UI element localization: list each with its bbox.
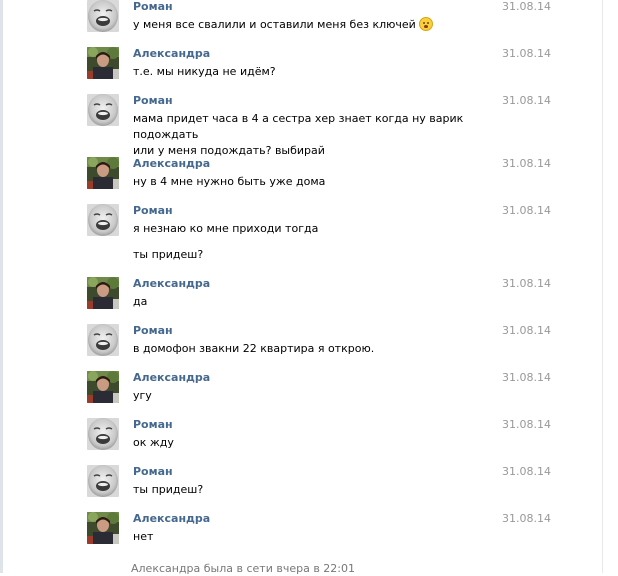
message-thread: Роман 31.08.14 у меня все свалили и оста…	[0, 0, 600, 573]
message-text: ты придеш?	[133, 248, 204, 261]
message-text: ты придеш?	[133, 483, 204, 496]
message-date[interactable]: 31.08.14	[502, 157, 551, 170]
message-date[interactable]: 31.08.14	[502, 418, 551, 431]
message-author[interactable]: Александра	[133, 512, 210, 525]
message-text: ну в 4 мне нужно быть уже дома	[133, 175, 326, 188]
message-author[interactable]: Александра	[133, 371, 210, 384]
message-text: в домофон звакни 22 квартира я открою.	[133, 342, 375, 355]
message-date[interactable]: 31.08.14	[502, 277, 551, 290]
avatar-alexandra[interactable]	[87, 371, 119, 403]
message-text: у меня все свалили и оставили меня без к…	[133, 17, 488, 33]
avatar-roman[interactable]	[87, 418, 119, 450]
message-text: ок жду	[133, 436, 174, 449]
message-author[interactable]: Роман	[133, 418, 173, 431]
message-author[interactable]: Александра	[133, 277, 210, 290]
message-date[interactable]: 31.08.14	[502, 512, 551, 525]
message-text: мама придет часа в 4 а сестра хер знает …	[133, 112, 464, 157]
message-date[interactable]: 31.08.14	[502, 94, 551, 107]
message-author[interactable]: Роман	[133, 324, 173, 337]
message-text: нет	[133, 530, 154, 543]
avatar-alexandra[interactable]	[87, 157, 119, 189]
message-date[interactable]: 31.08.14	[502, 47, 551, 60]
avatar-roman[interactable]	[87, 204, 119, 236]
message-author[interactable]: Александра	[133, 47, 210, 60]
online-status: Александра была в сети вчера в 22:01	[131, 562, 356, 575]
avatar-alexandra[interactable]	[87, 512, 119, 544]
avatar-roman[interactable]	[87, 465, 119, 497]
avatar-roman[interactable]	[87, 0, 119, 32]
avatar-roman[interactable]	[87, 324, 119, 356]
message-text: угу	[133, 389, 152, 402]
right-divider	[602, 0, 603, 573]
message-author[interactable]: Роман	[133, 204, 173, 217]
crying-face-icon	[418, 17, 433, 31]
message-date[interactable]: 31.08.14	[502, 324, 551, 337]
message-date[interactable]: 31.08.14	[502, 465, 551, 478]
message-author[interactable]: Роман	[133, 94, 173, 107]
message-author[interactable]: Роман	[133, 465, 173, 478]
message-author[interactable]: Роман	[133, 0, 173, 13]
message-text: т.е. мы никуда не идём?	[133, 65, 276, 78]
message-date[interactable]: 31.08.14	[502, 204, 551, 217]
message-author[interactable]: Александра	[133, 157, 210, 170]
message-text: я незнаю ко мне приходи тогда	[133, 222, 319, 235]
avatar-alexandra[interactable]	[87, 277, 119, 309]
message-date[interactable]: 31.08.14	[502, 0, 551, 13]
avatar-alexandra[interactable]	[87, 47, 119, 79]
message-text: да	[133, 295, 148, 308]
avatar-roman[interactable]	[87, 94, 119, 126]
message-date[interactable]: 31.08.14	[502, 371, 551, 384]
